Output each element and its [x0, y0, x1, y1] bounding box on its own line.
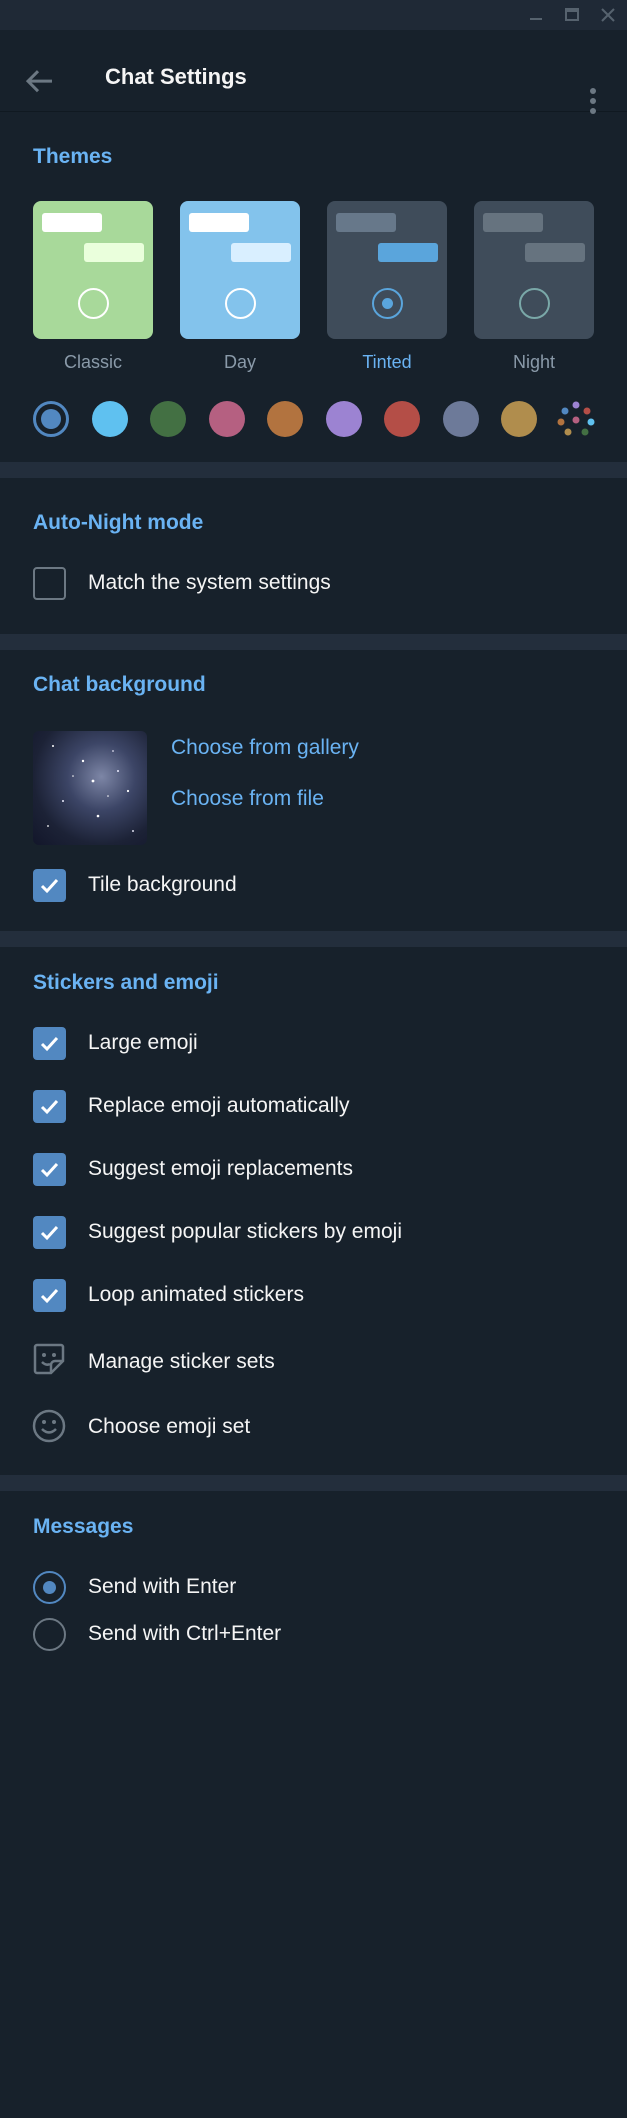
theme-label-tinted[interactable]: Tinted	[327, 352, 447, 373]
check-icon	[40, 1225, 59, 1241]
sticker-option-label[interactable]: Loop animated stickers	[88, 1283, 304, 1307]
background-thumbnail[interactable]	[33, 731, 147, 845]
theme-radio[interactable]	[519, 288, 550, 319]
palette-dots-icon[interactable]	[557, 400, 595, 438]
sticker-option-label[interactable]: Large emoji	[88, 1031, 198, 1055]
choose-from-file-link[interactable]: Choose from file	[171, 787, 324, 811]
send-with-enter-label[interactable]: Send with Enter	[88, 1575, 236, 1599]
themes-title: Themes	[33, 145, 113, 168]
accent-color-swatch[interactable]	[442, 401, 479, 437]
send-with-ctrl-enter-label[interactable]: Send with Ctrl+Enter	[88, 1622, 281, 1646]
outgoing-bubble-preview	[231, 243, 291, 262]
page-title: Chat Settings	[105, 64, 247, 89]
incoming-bubble-preview	[336, 213, 396, 232]
outgoing-bubble-preview	[378, 243, 438, 262]
accent-color-swatch[interactable]	[150, 401, 186, 437]
theme-card-tinted[interactable]	[327, 201, 447, 339]
accent-color-swatch[interactable]	[33, 401, 69, 437]
match-system-checkbox[interactable]	[33, 567, 66, 600]
check-icon	[40, 1288, 59, 1304]
more-vertical-icon[interactable]	[589, 88, 597, 119]
accent-color-swatch[interactable]	[91, 401, 128, 437]
send-with-enter-radio[interactable]	[33, 1571, 66, 1604]
sticker-option-checkbox[interactable]	[33, 1153, 66, 1186]
theme-label-night[interactable]: Night	[474, 352, 594, 373]
sticker-option-checkbox[interactable]	[33, 1027, 66, 1060]
messages-title: Messages	[33, 1515, 134, 1538]
incoming-bubble-preview	[483, 213, 543, 232]
arrow-left-icon[interactable]	[25, 69, 55, 98]
theme-card-night[interactable]	[474, 201, 594, 339]
accent-color-swatch[interactable]	[384, 401, 420, 437]
selected-dot	[41, 409, 61, 429]
minimize-icon[interactable]	[525, 5, 547, 25]
theme-card-day[interactable]	[180, 201, 300, 339]
accent-color-swatch[interactable]	[325, 401, 362, 437]
window-titlebar	[0, 0, 627, 30]
incoming-bubble-preview	[189, 213, 249, 232]
accent-color-swatch[interactable]	[208, 401, 245, 437]
theme-card-classic[interactable]	[33, 201, 153, 339]
sticker-option-label[interactable]: Replace emoji automatically	[88, 1094, 349, 1118]
check-icon	[40, 1162, 59, 1178]
check-icon	[40, 1036, 59, 1052]
smile-icon	[31, 1408, 67, 1449]
accent-color-swatch[interactable]	[267, 401, 303, 437]
tile-background-checkbox[interactable]	[33, 869, 66, 902]
check-icon	[40, 1099, 59, 1115]
outgoing-bubble-preview	[84, 243, 144, 262]
outgoing-bubble-preview	[525, 243, 585, 262]
separator	[0, 462, 627, 478]
sticker-option-label[interactable]: Suggest popular stickers by emoji	[88, 1220, 402, 1244]
sticker-option-checkbox[interactable]	[33, 1279, 66, 1312]
sticker-option-checkbox[interactable]	[33, 1216, 66, 1249]
sticker-option-label[interactable]: Suggest emoji replacements	[88, 1157, 353, 1181]
sticker-icon	[31, 1341, 67, 1382]
chat-background-title: Chat background	[33, 673, 206, 696]
theme-radio[interactable]	[225, 288, 256, 319]
choose-from-gallery-link[interactable]: Choose from gallery	[171, 736, 359, 760]
sticker-option-checkbox[interactable]	[33, 1090, 66, 1123]
match-system-label[interactable]: Match the system settings	[88, 571, 331, 595]
theme-radio[interactable]	[372, 288, 403, 319]
theme-label-classic[interactable]: Classic	[33, 352, 153, 373]
choose-emoji-set-label[interactable]: Choose emoji set	[88, 1415, 250, 1439]
accent-color-swatch[interactable]	[501, 401, 537, 437]
radio-dot	[382, 298, 393, 309]
separator	[0, 634, 627, 650]
page-header: Chat Settings	[0, 30, 627, 114]
close-icon[interactable]	[597, 5, 619, 25]
stickers-title: Stickers and emoji	[33, 971, 219, 994]
theme-label-day[interactable]: Day	[180, 352, 300, 373]
theme-radio[interactable]	[78, 288, 109, 319]
manage-sticker-sets-label[interactable]: Manage sticker sets	[88, 1350, 275, 1374]
check-icon	[40, 878, 59, 894]
tile-background-label[interactable]: Tile background	[88, 873, 237, 897]
separator	[0, 1475, 627, 1491]
send-with-ctrl-enter-radio[interactable]	[33, 1618, 66, 1651]
auto-night-title: Auto-Night mode	[33, 511, 204, 534]
separator	[0, 931, 627, 947]
incoming-bubble-preview	[42, 213, 102, 232]
maximize-icon[interactable]	[561, 5, 583, 25]
